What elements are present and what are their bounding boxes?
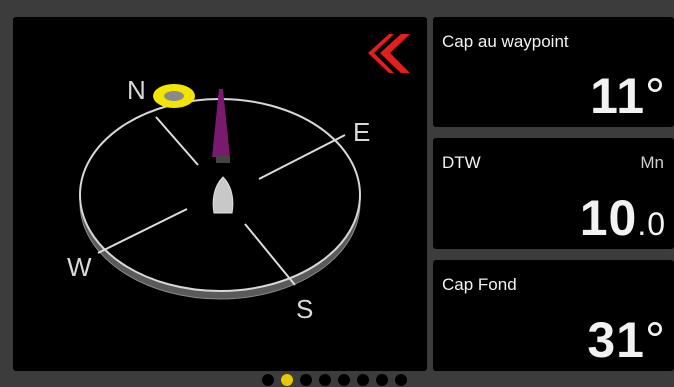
panel-value-dec: .0 bbox=[637, 206, 666, 242]
page-dot[interactable] bbox=[338, 373, 350, 386]
panel-label: Cap au waypoint bbox=[442, 32, 569, 51]
compass-label-east: E bbox=[353, 117, 370, 147]
panel-dtw[interactable]: DTW Mn 10.0 bbox=[433, 138, 674, 249]
back-double-arrow-icon[interactable] bbox=[368, 34, 410, 73]
panel-label: Cap Fond bbox=[442, 275, 517, 294]
panel-value-suffix: ° bbox=[645, 312, 666, 368]
panel-value-int: 11 bbox=[590, 68, 645, 124]
panel-value: 10.0 bbox=[580, 193, 666, 243]
panel-label: DTW bbox=[442, 153, 481, 172]
panel-cap-fond[interactable]: Cap Fond 31° bbox=[433, 260, 674, 371]
compass-label-west: W bbox=[67, 252, 92, 282]
panel-unit: Mn bbox=[640, 153, 664, 172]
page-dot[interactable] bbox=[319, 373, 331, 386]
panel-value: 31° bbox=[587, 315, 666, 365]
waypoint-marker-icon bbox=[153, 84, 195, 108]
panel-value-int: 31 bbox=[587, 312, 645, 368]
page-dot[interactable] bbox=[395, 373, 407, 386]
page-dot[interactable] bbox=[262, 373, 274, 386]
panel-value-int: 10 bbox=[579, 190, 638, 246]
page-dot[interactable] bbox=[281, 373, 293, 386]
panel-value-suffix: ° bbox=[645, 68, 666, 124]
compass-label-north: N bbox=[127, 75, 146, 105]
screen: N E S W Cap au waypoint 11° DTW Mn 10.0 … bbox=[0, 0, 674, 387]
compass-rose: N E S W bbox=[67, 34, 410, 324]
compass-label-south: S bbox=[296, 294, 313, 324]
panel-cap-au-waypoint[interactable]: Cap au waypoint 11° bbox=[433, 17, 674, 127]
page-dot[interactable] bbox=[376, 373, 388, 386]
panel-value: 11° bbox=[590, 71, 666, 121]
page-dot[interactable] bbox=[300, 373, 312, 386]
page-indicator bbox=[262, 372, 407, 387]
page-dot[interactable] bbox=[357, 373, 369, 386]
compass-panel: N E S W bbox=[13, 17, 427, 371]
